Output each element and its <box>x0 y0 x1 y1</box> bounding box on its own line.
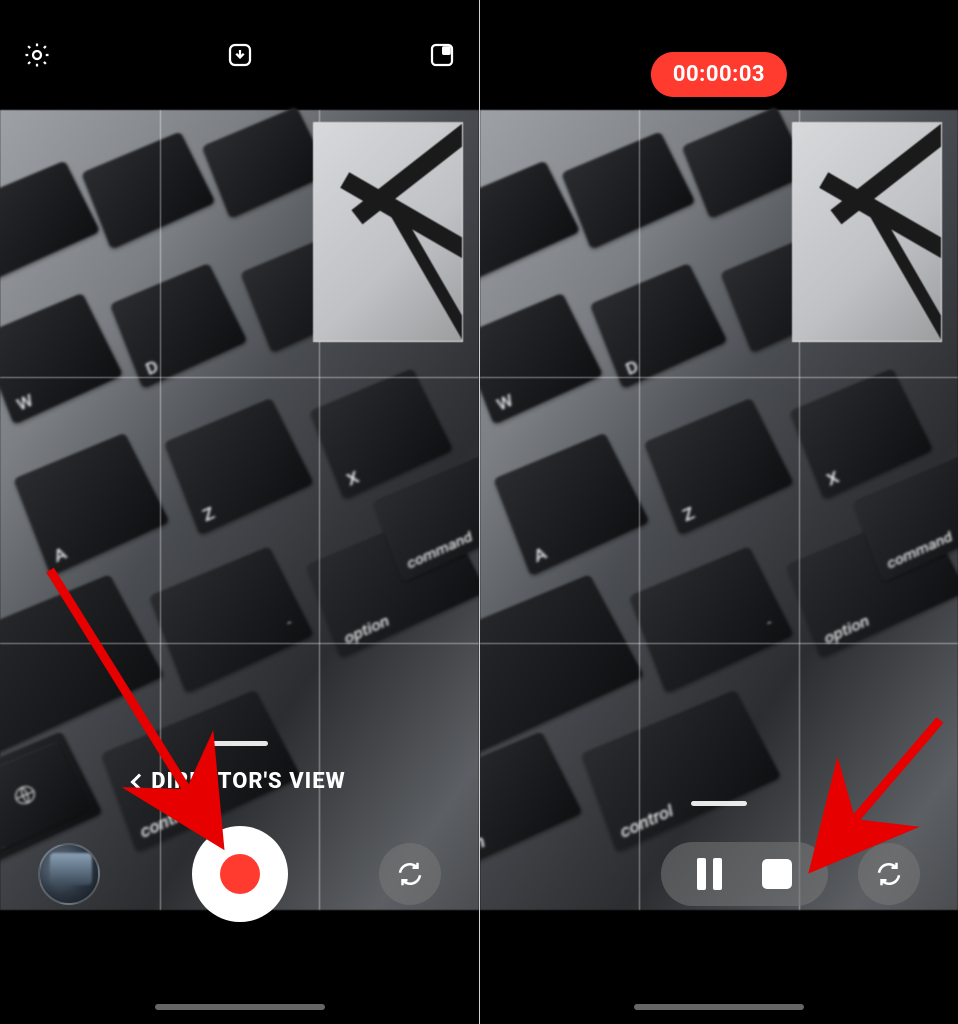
gear-icon <box>22 40 52 70</box>
home-indicator <box>155 1004 325 1010</box>
bottom-controls <box>0 824 479 924</box>
grid-line <box>639 110 640 910</box>
pip-preview[interactable] <box>792 122 942 342</box>
switch-camera-button[interactable] <box>858 843 920 905</box>
layout-button[interactable] <box>425 38 459 72</box>
pause-button[interactable] <box>697 858 722 890</box>
top-toolbar <box>0 0 479 110</box>
mode-label-text: DIRECTOR'S VIEW <box>151 769 345 794</box>
recording-timer: 00:00:03 <box>651 52 787 97</box>
stop-icon <box>762 859 792 889</box>
drawer-handle[interactable] <box>212 741 268 746</box>
settings-button[interactable] <box>20 38 54 72</box>
download-tray-icon <box>225 40 255 70</box>
record-dot-icon <box>220 854 260 894</box>
camera-viewfinder[interactable]: W D A Z X ＾ option command fn control <box>480 110 958 910</box>
home-indicator <box>634 1004 804 1010</box>
recording-controls <box>661 842 828 906</box>
save-button[interactable] <box>223 38 257 72</box>
grid-line <box>0 377 479 378</box>
grid-line <box>480 377 958 378</box>
drawer-handle[interactable] <box>691 801 747 806</box>
record-button[interactable] <box>192 826 288 922</box>
gallery-thumbnail[interactable] <box>38 843 100 905</box>
pip-preview[interactable] <box>313 122 463 342</box>
bottom-controls <box>480 824 958 924</box>
camera-screen-recording: 00:00:03 W D A Z X ＾ option command fn c… <box>479 0 958 1024</box>
pip-layout-icon <box>427 40 457 70</box>
grid-line <box>0 643 479 644</box>
chevron-left-icon <box>131 773 148 790</box>
mode-selector[interactable]: DIRECTOR'S VIEW <box>0 769 479 794</box>
pause-icon <box>697 858 722 890</box>
switch-camera-button[interactable] <box>379 843 441 905</box>
stop-button[interactable] <box>762 859 792 889</box>
switch-camera-icon <box>395 859 425 889</box>
switch-camera-icon <box>874 859 904 889</box>
camera-screen-idle: W D A Z X ＾ option command fn control DI… <box>0 0 479 1024</box>
recording-time-text: 00:00:03 <box>673 62 765 87</box>
grid-line <box>480 643 958 644</box>
